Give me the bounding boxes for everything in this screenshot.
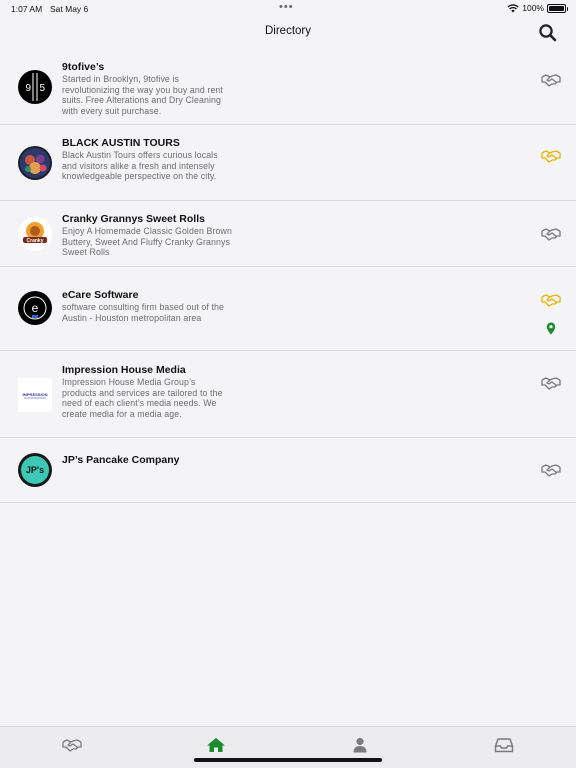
directory-listing[interactable]: BLACK AUSTIN TOURS Black Austin Tours of… [0, 125, 576, 201]
business-description: Impression House Media Group’s products … [62, 377, 223, 419]
business-logo: e [18, 291, 52, 325]
connect-button[interactable] [541, 149, 561, 163]
tab-connections[interactable] [62, 737, 82, 753]
handshake-icon [541, 150, 561, 163]
connect-button[interactable] [541, 463, 561, 477]
directory-list: 9 5 9tofive’s Started in Brooklyn, 9tofi… [0, 51, 576, 503]
status-date: Sat May 6 [50, 4, 89, 14]
directory-listing[interactable]: IMPRESSION Impression House Media Impres… [0, 351, 576, 438]
search-icon [539, 24, 557, 42]
business-name: BLACK AUSTIN TOURS [62, 137, 180, 149]
connect-button[interactable] [541, 227, 561, 241]
logo-text: JP's [26, 465, 44, 475]
connect-button[interactable] [541, 293, 561, 307]
home-indicator[interactable] [194, 758, 382, 762]
connect-button[interactable] [541, 376, 561, 390]
person-icon [353, 737, 367, 753]
wifi-icon [507, 3, 519, 12]
business-logo: Cranky [18, 217, 52, 251]
business-logo: JP's [18, 453, 52, 487]
map-pin-icon [546, 322, 556, 335]
page-title: Directory [264, 25, 311, 37]
status-time: 1:07 AM [11, 4, 43, 14]
handshake-icon [541, 377, 561, 390]
handshake-icon [541, 74, 561, 87]
business-description: software consulting firm based out of th… [62, 302, 225, 323]
battery-icon [547, 3, 568, 13]
multitasking-dots[interactable]: ••• [279, 1, 294, 13]
status-indicators: 100% [507, 3, 568, 13]
directory-listing[interactable]: JP's JP’s Pancake Company [0, 438, 576, 503]
search-button[interactable] [538, 23, 558, 43]
directory-listing[interactable]: e eCare Software software consulting fir… [0, 267, 576, 351]
navigation-bar: Directory [0, 18, 576, 48]
logo-text: IMPRESSION [22, 392, 47, 397]
directory-listing[interactable]: 9 5 9tofive’s Started in Brooklyn, 9tofi… [0, 51, 576, 125]
tab-inbox[interactable] [494, 737, 514, 753]
business-name: JP’s Pancake Company [62, 454, 180, 466]
logo-text: Cranky [27, 238, 44, 244]
connect-button[interactable] [541, 73, 561, 87]
business-name: eCare Software [62, 289, 139, 301]
handshake-icon [541, 228, 561, 241]
directory-listing[interactable]: Cranky Cranky Grannys Sweet Rolls Enjoy … [0, 201, 576, 267]
handshake-icon [62, 739, 82, 752]
logo-text: e [32, 301, 39, 315]
inbox-icon [494, 738, 514, 753]
tab-profile[interactable] [350, 737, 370, 753]
business-description: Black Austin Tours offers curious locals… [62, 150, 218, 182]
status-bar: 1:07 AM Sat May 6 ••• 100% [0, 0, 576, 18]
business-logo [18, 146, 52, 180]
business-name: 9tofive’s [62, 61, 105, 73]
logo-text-right: 5 [40, 83, 46, 94]
business-description: Enjoy A Homemade Classic Golden Brown Bu… [62, 226, 232, 258]
tab-home[interactable] [206, 737, 226, 753]
business-description: Started in Brooklyn, 9tofive is revoluti… [62, 74, 223, 116]
handshake-icon [541, 294, 561, 307]
business-logo: 9 5 [18, 70, 52, 104]
business-name: Cranky Grannys Sweet Rolls [62, 213, 205, 225]
business-name: Impression House Media [62, 364, 186, 376]
location-button[interactable] [546, 322, 556, 335]
business-logo: IMPRESSION [18, 378, 52, 412]
handshake-icon [541, 464, 561, 477]
home-icon [207, 738, 225, 752]
logo-text-left: 9 [26, 83, 32, 94]
battery-percent: 100% [522, 3, 544, 13]
